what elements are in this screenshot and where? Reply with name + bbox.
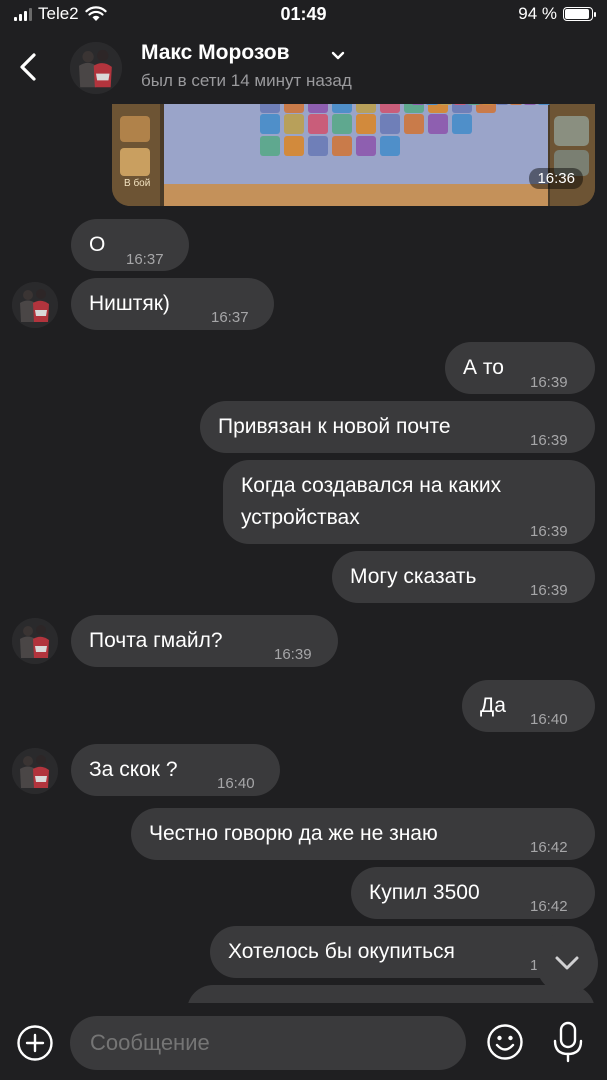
message-text: Привязан к новой почте <box>218 415 451 438</box>
unit-card-icon <box>284 136 304 156</box>
unit-card-icon <box>380 114 400 134</box>
contact-avatar[interactable] <box>70 42 122 94</box>
message-time: 16:39 <box>530 374 568 391</box>
message-time: 16:39 <box>530 523 568 540</box>
contact-avatar[interactable] <box>12 282 58 328</box>
outgoing-message[interactable]: А то 16:39 <box>445 342 595 394</box>
unit-card-icon <box>380 136 400 156</box>
outgoing-message[interactable]: Когда создавался на каких устройствах 16… <box>223 460 595 544</box>
unit-card-icon <box>452 114 472 134</box>
message-time: 16:40 <box>530 711 568 728</box>
incoming-message[interactable]: Почта гмайл? 16:39 <box>71 615 338 667</box>
message-input[interactable] <box>70 1016 466 1070</box>
outgoing-message[interactable]: Честно говорю да же не знаю 16:42 <box>131 808 595 860</box>
message-time: 16:37 <box>126 251 164 268</box>
clock: 01:49 <box>280 4 327 24</box>
message-time: 16:37 <box>211 309 249 326</box>
outgoing-message[interactable]: Могу сказать 16:39 <box>332 551 595 603</box>
back-button[interactable] <box>14 50 44 84</box>
message-text: О <box>89 233 106 256</box>
incoming-message[interactable]: Ништяк) 16:37 <box>71 278 274 330</box>
message-text: Да <box>480 694 506 717</box>
incoming-message[interactable]: За скок ? 16:40 <box>71 744 280 796</box>
unit-card-icon <box>308 114 328 134</box>
message-text: Честно говорю да же не знаю <box>149 822 438 845</box>
unit-card-icon <box>332 114 352 134</box>
message-time: 16:42 <box>530 898 568 915</box>
message-text: Ништяк) <box>89 292 170 315</box>
message-text: Купил 3500 <box>369 881 480 904</box>
chevron-down-icon <box>555 956 579 970</box>
message-text: Могу сказать <box>350 565 477 588</box>
incoming-message[interactable]: О 16:37 <box>71 219 189 271</box>
unit-card-icon <box>356 136 376 156</box>
unit-card-icon <box>260 114 280 134</box>
battery-icon <box>563 7 596 21</box>
unit-card-icon <box>308 136 328 156</box>
chevron-down-icon[interactable] <box>330 50 346 62</box>
contact-avatar[interactable] <box>12 748 58 794</box>
outgoing-message[interactable]: Купил 3500 16:42 <box>351 867 595 919</box>
message-time: 16:40 <box>217 775 255 792</box>
unit-card-icon <box>260 136 280 156</box>
outgoing-message[interactable]: Да 16:40 <box>462 680 595 732</box>
status-bar: Tele2 01:49 94 % <box>0 0 607 30</box>
message-text: Почта гмайл? <box>89 629 223 652</box>
message-text: За скок ? <box>89 758 178 781</box>
message-time: 16:39 <box>274 646 312 663</box>
message-time: 16:42 <box>530 839 568 856</box>
message-text: Хотелось бы окупиться <box>228 940 455 963</box>
outgoing-message[interactable]: Привязан к новой почте 16:39 <box>200 401 595 453</box>
message-time: 16:39 <box>530 432 568 449</box>
contact-name[interactable]: Макс Морозов <box>141 41 290 65</box>
unit-card-icon <box>284 114 304 134</box>
message-text: А то <box>463 356 504 379</box>
tile-label: В бой <box>124 178 151 189</box>
plus-circle-icon[interactable] <box>16 1024 54 1062</box>
unit-card-icon <box>428 114 448 134</box>
scroll-down-button[interactable] <box>536 932 598 994</box>
unit-card-icon <box>332 136 352 156</box>
chat-header: Макс Морозов был в сети 14 минут назад <box>0 30 607 104</box>
contact-avatar[interactable] <box>12 618 58 664</box>
emoji-icon[interactable] <box>486 1023 524 1061</box>
contact-last-seen: был в сети 14 минут назад <box>141 71 352 90</box>
microphone-icon[interactable] <box>550 1020 586 1064</box>
message-composer <box>0 1003 607 1080</box>
unit-card-icon <box>356 114 376 134</box>
message-time: 16:36 <box>529 168 583 189</box>
unit-card-icon <box>404 114 424 134</box>
message-time: 16:39 <box>530 582 568 599</box>
battery-percent: 94 % <box>518 4 557 23</box>
